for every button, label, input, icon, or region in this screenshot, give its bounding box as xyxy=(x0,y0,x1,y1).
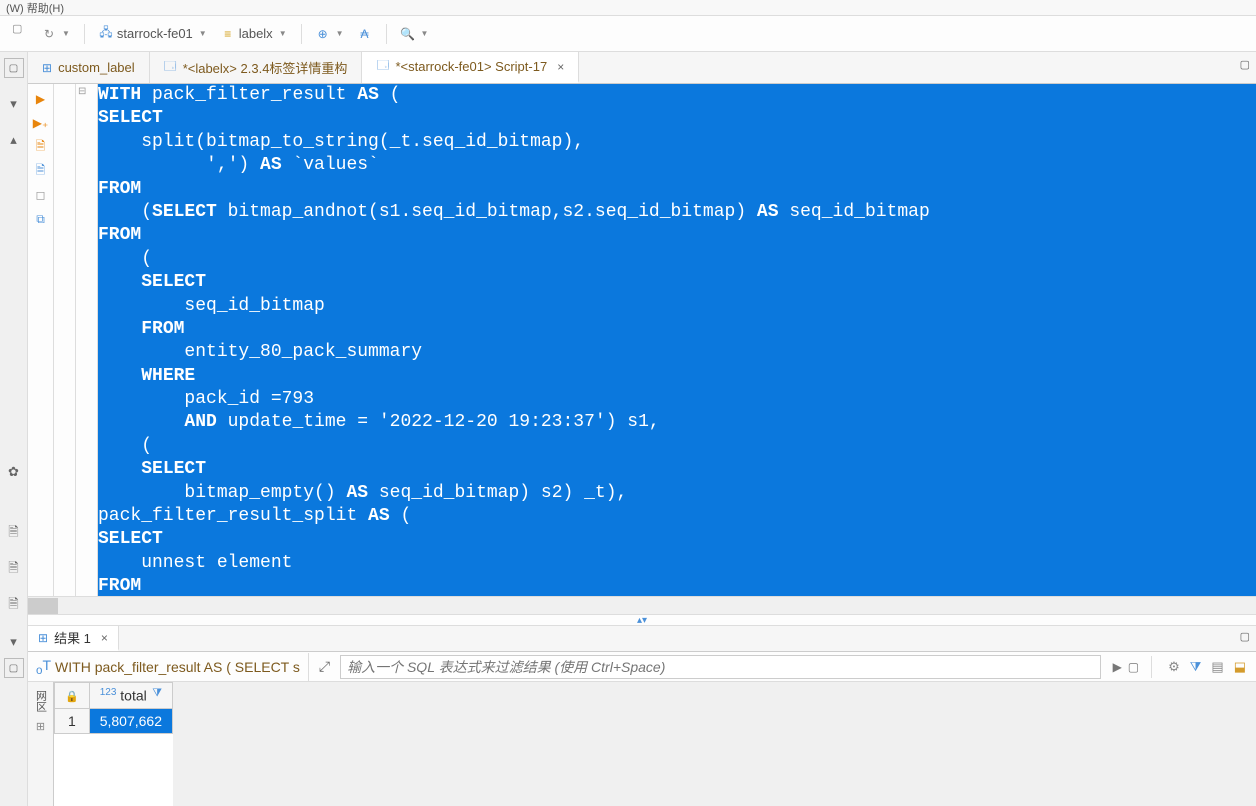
funnel-icon[interactable]: ⧩ xyxy=(1190,659,1202,675)
sql-snippet-label[interactable]: oT WITH pack_filter_result AS ( SELECT s xyxy=(28,653,309,681)
explain-icon[interactable]: 🗎 xyxy=(32,162,50,180)
results-far-left: ▢ xyxy=(0,652,28,806)
chevron-down-icon[interactable]: ▾ xyxy=(4,94,24,114)
server-dropdown[interactable]: 🖧 starrock-fe01 xyxy=(99,26,207,41)
close-icon[interactable]: × xyxy=(557,60,564,74)
sql-result-icon: oT xyxy=(36,657,51,677)
history-icon: ↻ xyxy=(42,27,56,41)
filter-nav: ▶ ▢ xyxy=(1107,660,1146,674)
gear-icon[interactable]: ⚙ xyxy=(1168,659,1180,675)
pin-icon[interactable]: ⬓ xyxy=(1234,659,1246,675)
file-locked-icon[interactable]: 🗎 xyxy=(4,560,24,580)
results-toolbar: oT WITH pack_filter_result AS ( SELECT s… xyxy=(28,652,1256,682)
lock-icon: 🔒 xyxy=(65,691,79,703)
run-plus-icon[interactable]: ▶₊ xyxy=(32,114,50,132)
sql-icon: 🗔 xyxy=(376,56,389,77)
database-dropdown[interactable]: ≡ labelx xyxy=(221,26,287,41)
corner-lock: 🔒 xyxy=(55,683,90,709)
grid-icon: ⊞ xyxy=(38,631,48,645)
close-icon[interactable]: × xyxy=(101,631,108,645)
gutter-fold: ⊟ xyxy=(76,84,98,596)
column-filter-icon[interactable]: ⧩ xyxy=(152,687,162,700)
grid-mode-icon[interactable]: ⊞ xyxy=(36,720,45,733)
results-table[interactable]: 🔒 123 total ⧩ 1 5,807,662 xyxy=(54,682,173,806)
far-left-toolbar: ▢ ▾ ▴ ✿ 🗎 🗎 🗎 ▾ xyxy=(0,52,28,652)
file-script-icon[interactable]: 🗎 xyxy=(4,596,24,616)
tab-custom-label[interactable]: ⊞ custom_label xyxy=(28,52,150,83)
sql-snippet-text: WITH pack_filter_result AS ( SELECT s xyxy=(55,659,300,675)
tab-label: *<starrock-fe01> Script-17 xyxy=(395,59,547,74)
restore-icon[interactable]: ▢ xyxy=(4,58,24,78)
print-icon: ₳ xyxy=(358,27,372,41)
filter-input[interactable] xyxy=(340,655,1100,679)
maximize-icon[interactable]: ▢ xyxy=(1240,630,1250,643)
driver-dropdown[interactable]: ⊕ xyxy=(316,27,344,41)
maximize-icon[interactable]: ▢ xyxy=(1240,58,1250,71)
gutter-linenum xyxy=(54,84,76,596)
grid-mode-text[interactable]: 网区 xyxy=(31,686,51,716)
expand-icon[interactable]: ⤢ xyxy=(315,658,334,675)
minimize-left-icon[interactable]: ▢ xyxy=(8,20,26,37)
connection-toolbar: ▢ ↻ 🖧 starrock-fe01 ≡ labelx ⊕ ₳ 🔍 xyxy=(0,16,1256,52)
run-script-icon[interactable]: 🗎 xyxy=(32,138,50,156)
database-icon: ≡ xyxy=(221,27,235,41)
tab-label: custom_label xyxy=(58,60,135,75)
cell-total[interactable]: 5,807,662 xyxy=(89,708,172,733)
chevron-up-icon[interactable]: ▴ xyxy=(4,130,24,150)
sql-editor[interactable]: WITH pack_filter_result AS ( SELECT spli… xyxy=(98,84,1256,596)
grid-mode-tabs: 网区 ⊞ xyxy=(28,682,54,806)
search-icon: 🔍 xyxy=(401,27,415,41)
panel-icon[interactable]: ▤ xyxy=(1211,659,1223,675)
row-number: 1 xyxy=(55,708,90,733)
table-icon: ⊞ xyxy=(42,61,52,75)
print-button[interactable]: ₳ xyxy=(358,27,372,41)
editor-action-bar: ▶ ▶₊ 🗎 🗎 ◻ ⧉ xyxy=(28,84,54,596)
database-name: labelx xyxy=(239,26,273,41)
console-icon[interactable]: ⧉ xyxy=(32,210,50,228)
tab-labelx-script[interactable]: 🗔 *<labelx> 2.3.4标签详情重构 xyxy=(150,52,363,83)
horizontal-scrollbar[interactable] xyxy=(28,596,1256,614)
stop-icon[interactable]: ◻ xyxy=(32,186,50,204)
tab-label: 结果 1 xyxy=(54,628,91,647)
driver-icon: ⊕ xyxy=(316,27,330,41)
clear-icon[interactable]: ▢ xyxy=(1128,660,1139,674)
menu-strip: (W) 帮助(H) xyxy=(0,0,1256,16)
history-dropdown[interactable]: ↻ xyxy=(42,27,70,41)
search-dropdown[interactable]: 🔍 xyxy=(401,27,429,41)
settings-icon[interactable]: ✿ xyxy=(4,462,24,482)
run-icon[interactable]: ▶ xyxy=(32,90,50,108)
table-row[interactable]: 1 5,807,662 xyxy=(55,708,173,733)
results-tabs: ⊞ 结果 1 × ▢ xyxy=(28,626,1256,652)
results-grid-wrap: 网区 ⊞ 🔒 123 total ⧩ 1 5,807,662 xyxy=(28,682,1256,806)
column-name: total xyxy=(120,688,146,704)
sql-icon: 🗔 xyxy=(164,57,177,78)
file-new-icon[interactable]: 🗎 xyxy=(4,524,24,544)
editor-tabs: ⊞ custom_label 🗔 *<labelx> 2.3.4标签详情重构 🗔… xyxy=(28,52,1256,84)
column-total[interactable]: 123 total ⧩ xyxy=(89,683,172,709)
tab-script-17[interactable]: 🗔 *<starrock-fe01> Script-17 × xyxy=(362,52,579,83)
split-handle[interactable]: ▴▾ xyxy=(28,614,1256,626)
chevron-down-icon-2[interactable]: ▾ xyxy=(4,632,24,652)
tab-results-1[interactable]: ⊞ 结果 1 × xyxy=(28,626,119,651)
fold-minus-icon[interactable]: ⊟ xyxy=(78,86,86,97)
column-type: 123 xyxy=(100,687,117,698)
tab-label: *<labelx> 2.3.4标签详情重构 xyxy=(183,58,348,77)
server-icon: 🖧 xyxy=(99,27,113,41)
server-name: starrock-fe01 xyxy=(117,26,193,41)
results-right-icons: ⚙ ⧩ ▤ ⬓ xyxy=(1158,659,1256,675)
apply-icon[interactable]: ▶ xyxy=(1113,660,1122,674)
restore-icon[interactable]: ▢ xyxy=(4,658,24,678)
